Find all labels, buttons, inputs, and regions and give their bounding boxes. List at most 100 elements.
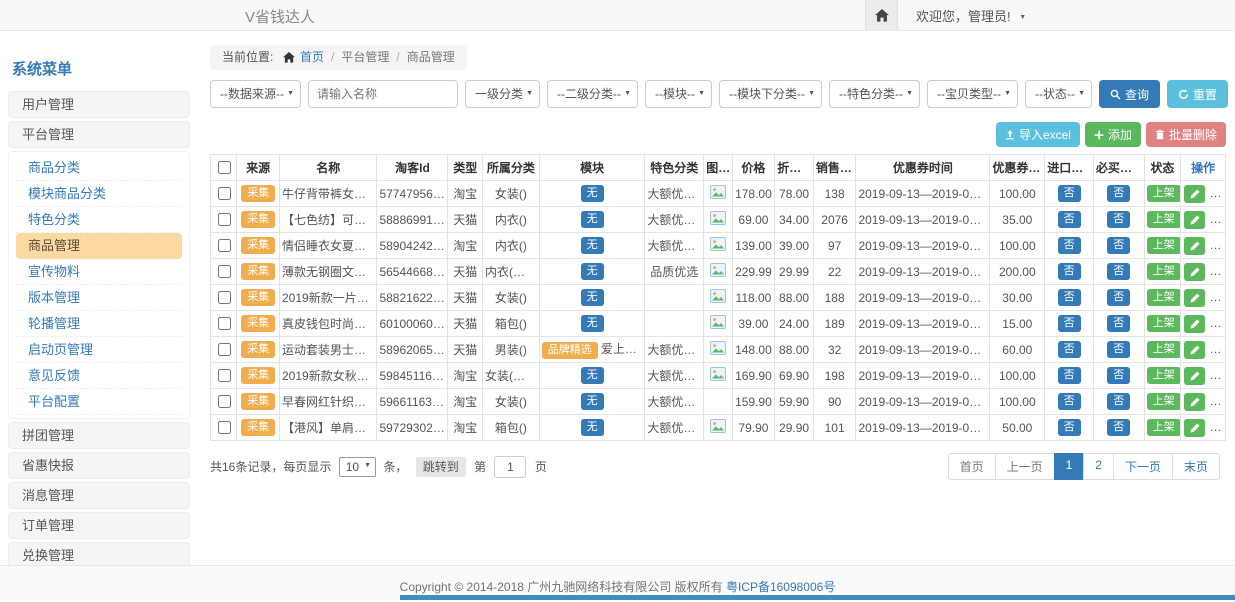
jump-button[interactable]: 跳转到 <box>416 457 466 477</box>
status-badge[interactable]: 上架 <box>1147 419 1181 436</box>
add-button[interactable]: 添加 <box>1085 122 1141 147</box>
breadcrumb-home-link[interactable]: 首页 <box>300 50 324 64</box>
import-select-badge[interactable]: 否 <box>1058 289 1081 306</box>
row-checkbox[interactable] <box>218 317 231 330</box>
item-type-select[interactable]: --宝贝类型-- <box>927 80 1018 108</box>
delete-button[interactable] <box>1211 237 1226 255</box>
sidebar-item[interactable]: 启动页管理 <box>16 337 182 363</box>
edit-button[interactable] <box>1184 185 1205 203</box>
must-buy-badge[interactable]: 否 <box>1107 341 1130 358</box>
import-select-badge[interactable]: 否 <box>1058 263 1081 280</box>
row-checkbox[interactable] <box>218 187 231 200</box>
edit-button[interactable] <box>1184 419 1205 437</box>
row-checkbox[interactable] <box>218 291 231 304</box>
row-checkbox[interactable] <box>218 395 231 408</box>
must-buy-badge[interactable]: 否 <box>1107 211 1130 228</box>
import-select-badge[interactable]: 否 <box>1058 419 1081 436</box>
delete-button[interactable] <box>1211 185 1226 203</box>
horizontal-scrollbar-thumb[interactable] <box>400 595 1235 600</box>
home-button[interactable] <box>865 0 898 30</box>
delete-button[interactable] <box>1211 315 1226 333</box>
import-select-badge[interactable]: 否 <box>1058 393 1081 410</box>
row-checkbox[interactable] <box>218 421 231 434</box>
pager-button[interactable]: 1 <box>1054 453 1085 480</box>
icp-link[interactable]: 粤ICP备16098006号 <box>726 580 835 594</box>
module-sub-select[interactable]: --模块下分类-- <box>719 80 822 108</box>
sidebar-item[interactable]: 意见反馈 <box>16 363 182 389</box>
delete-button[interactable] <box>1211 419 1226 437</box>
delete-button[interactable] <box>1211 393 1226 411</box>
import-select-badge[interactable]: 否 <box>1058 185 1081 202</box>
must-buy-badge[interactable]: 否 <box>1107 185 1130 202</box>
sidebar-item[interactable]: 商品分类 <box>16 155 182 181</box>
user-menu[interactable]: 欢迎您，管理员! <box>916 6 1026 25</box>
status-badge[interactable]: 上架 <box>1147 263 1181 280</box>
import-select-badge[interactable]: 否 <box>1058 315 1081 332</box>
sidebar-item[interactable]: 轮播管理 <box>16 311 182 337</box>
must-buy-badge[interactable]: 否 <box>1107 289 1130 306</box>
edit-button[interactable] <box>1184 393 1205 411</box>
must-buy-badge[interactable]: 否 <box>1107 393 1130 410</box>
per-page-select[interactable]: 10 <box>339 457 376 477</box>
status-badge[interactable]: 上架 <box>1147 211 1181 228</box>
import-select-badge[interactable]: 否 <box>1058 367 1081 384</box>
import-select-badge[interactable]: 否 <box>1058 211 1081 228</box>
page-number-input[interactable] <box>494 456 526 478</box>
sidebar-group[interactable]: 消息管理 <box>8 482 190 509</box>
pager-button[interactable]: 上一页 <box>995 453 1055 480</box>
delete-button[interactable] <box>1211 367 1226 385</box>
category2-select[interactable]: --二级分类-- <box>547 80 638 108</box>
status-badge[interactable]: 上架 <box>1147 341 1181 358</box>
sidebar-item[interactable]: 平台配置 <box>16 389 182 415</box>
status-select[interactable]: --状态-- <box>1025 80 1092 108</box>
sidebar-item[interactable]: 宣传物料 <box>16 259 182 285</box>
must-buy-badge[interactable]: 否 <box>1107 367 1130 384</box>
select-all-checkbox[interactable] <box>218 161 231 174</box>
pager-button[interactable]: 下一页 <box>1113 453 1173 480</box>
sidebar-group[interactable]: 订单管理 <box>8 512 190 539</box>
row-checkbox[interactable] <box>218 265 231 278</box>
row-checkbox[interactable] <box>218 213 231 226</box>
must-buy-badge[interactable]: 否 <box>1107 237 1130 254</box>
must-buy-badge[interactable]: 否 <box>1107 263 1130 280</box>
search-button[interactable]: 查询 <box>1099 80 1160 108</box>
status-badge[interactable]: 上架 <box>1147 367 1181 384</box>
sidebar-group[interactable]: 用户管理 <box>8 91 190 118</box>
row-checkbox[interactable] <box>218 369 231 382</box>
delete-button[interactable] <box>1211 341 1226 359</box>
pager-button[interactable]: 末页 <box>1172 453 1220 480</box>
pager-button[interactable]: 首页 <box>948 453 996 480</box>
edit-button[interactable] <box>1184 263 1205 281</box>
row-checkbox[interactable] <box>218 343 231 356</box>
status-badge[interactable]: 上架 <box>1147 315 1181 332</box>
name-search-input[interactable] <box>308 80 458 108</box>
sidebar-item[interactable]: 特色分类 <box>16 207 182 233</box>
must-buy-badge[interactable]: 否 <box>1107 419 1130 436</box>
import-excel-button[interactable]: 导入excel <box>996 122 1080 147</box>
sidebar-group[interactable]: 拼团管理 <box>8 422 190 449</box>
module-select[interactable]: --模块-- <box>645 80 712 108</box>
edit-button[interactable] <box>1184 315 1205 333</box>
feature-select[interactable]: --特色分类-- <box>829 80 920 108</box>
status-badge[interactable]: 上架 <box>1147 289 1181 306</box>
sidebar-item[interactable]: 模块商品分类 <box>16 181 182 207</box>
must-buy-badge[interactable]: 否 <box>1107 315 1130 332</box>
row-checkbox[interactable] <box>218 239 231 252</box>
edit-button[interactable] <box>1184 341 1205 359</box>
import-select-badge[interactable]: 否 <box>1058 341 1081 358</box>
data-source-select[interactable]: --数据来源-- <box>210 80 301 108</box>
bulk-delete-button[interactable]: 批量删除 <box>1146 122 1226 147</box>
edit-button[interactable] <box>1184 237 1205 255</box>
sidebar-group[interactable]: 省惠快报 <box>8 452 190 479</box>
delete-button[interactable] <box>1211 289 1226 307</box>
status-badge[interactable]: 上架 <box>1147 185 1181 202</box>
import-select-badge[interactable]: 否 <box>1058 237 1081 254</box>
sidebar-group[interactable]: 平台管理 <box>8 121 190 148</box>
edit-button[interactable] <box>1184 367 1205 385</box>
pager-button[interactable]: 2 <box>1083 453 1114 480</box>
status-badge[interactable]: 上架 <box>1147 237 1181 254</box>
category1-select[interactable]: 一级分类 <box>465 80 540 108</box>
delete-button[interactable] <box>1211 211 1226 229</box>
sidebar-item[interactable]: 版本管理 <box>16 285 182 311</box>
status-badge[interactable]: 上架 <box>1147 393 1181 410</box>
